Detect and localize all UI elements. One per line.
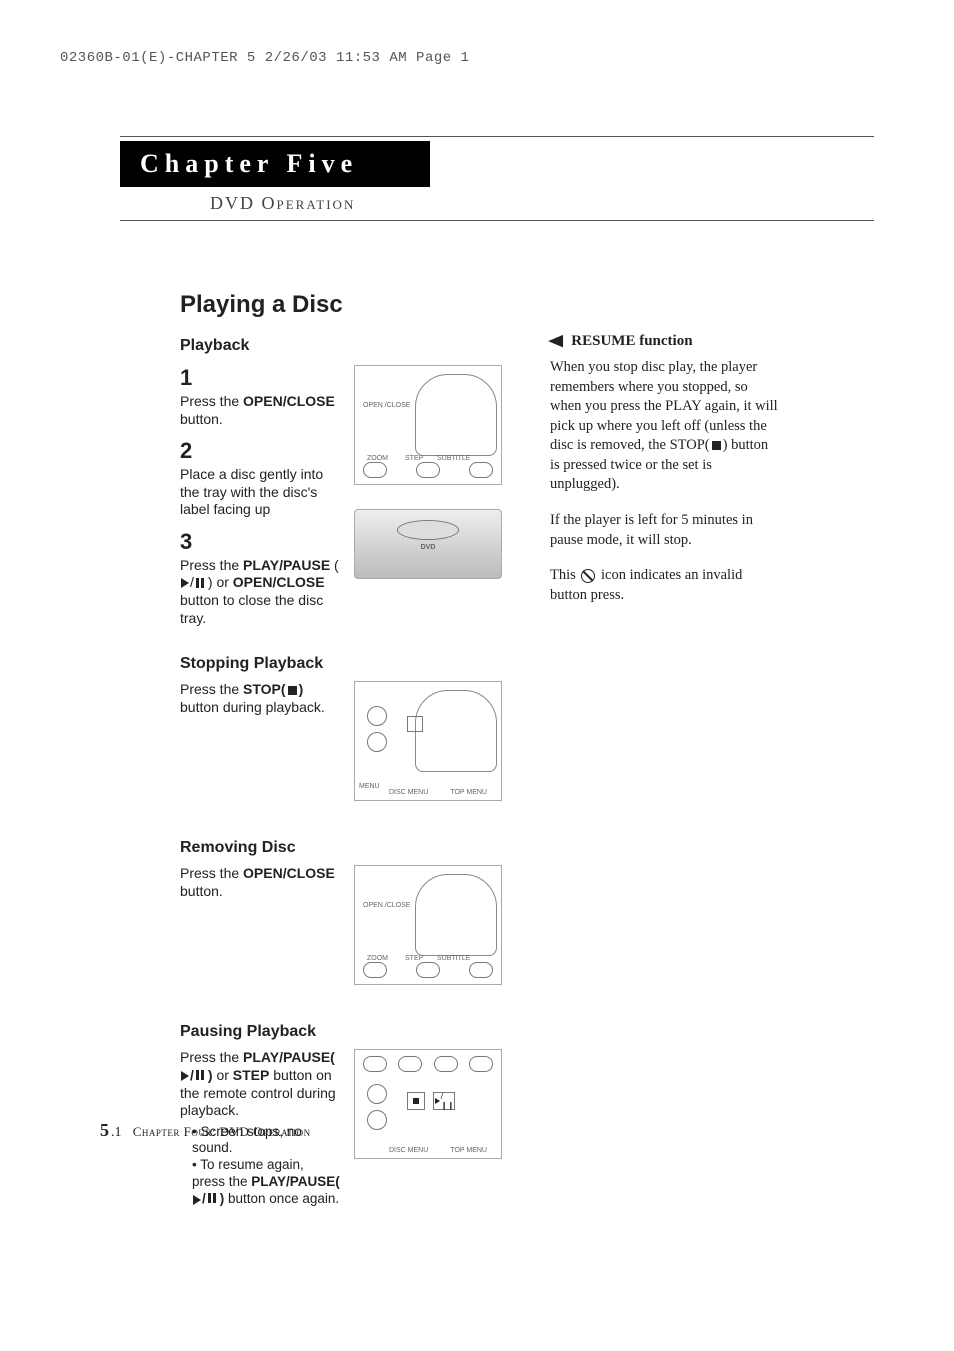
figure-remote-openclose: OPEN /CLOSE ZOOM STEP SUBTITLE [354,365,502,485]
figure-remote-playpause: /❙❙ DISC MENU TOP MENU [354,1049,502,1159]
figure-dvd-player: DVD [354,509,502,579]
print-header: 02360B-01(E)-CHAPTER 5 2/26/03 11:53 AM … [60,50,874,66]
pointer-left-icon: ◀ [549,331,563,350]
heading-removing: Removing Disc [180,839,520,857]
chapter-subtitle: DVD Operation [210,193,874,214]
page-footer: 5.1 Chapter Four: DVD Operation [100,1120,311,1141]
stop-icon [288,686,297,695]
pause-icon [196,1067,206,1085]
heading-pausing: Pausing Playback [180,1023,520,1041]
chapter-header: Chapter Five DVD Operation [120,136,874,221]
prohibit-icon [581,569,595,583]
play-icon [181,1071,189,1081]
step-text: Place a disc gently into the tray with t… [180,466,340,519]
side-heading: RESUME function [571,333,692,349]
step-text: Press the OPEN/CLOSE button. [180,393,340,428]
side-paragraph: If the player is left for 5 minutes in p… [550,511,780,550]
heading-stopping: Stopping Playback [180,655,520,673]
stopping-text: Press the STOP() button during playback. [180,681,340,716]
figure-remote-openclose-2: OPEN /CLOSE ZOOM STEP SUBTITLE [354,865,502,985]
side-note: ◀ RESUME function When you stop disc pla… [550,291,780,1208]
step-number: 3 [180,529,340,555]
side-paragraph: This icon indicates an invalid button pr… [550,566,780,605]
heading-playback: Playback [180,337,520,355]
chapter-title: Chapter Five [120,141,430,187]
play-icon [181,578,189,588]
page-title: Playing a Disc [180,291,520,319]
side-paragraph: When you stop disc play, the player reme… [550,358,780,495]
step-number: 1 [180,365,340,391]
play-icon [193,1195,201,1205]
pause-icon [208,1191,218,1208]
step-text: Press the PLAY/PAUSE (/) or OPEN/CLOSE b… [180,557,340,628]
step-number: 2 [180,438,340,464]
stop-icon [712,441,721,450]
removing-text: Press the OPEN/CLOSE button. [180,865,340,900]
figure-remote-stop: DISC MENU TOP MENU MENU [354,681,502,801]
pause-icon [196,575,206,593]
